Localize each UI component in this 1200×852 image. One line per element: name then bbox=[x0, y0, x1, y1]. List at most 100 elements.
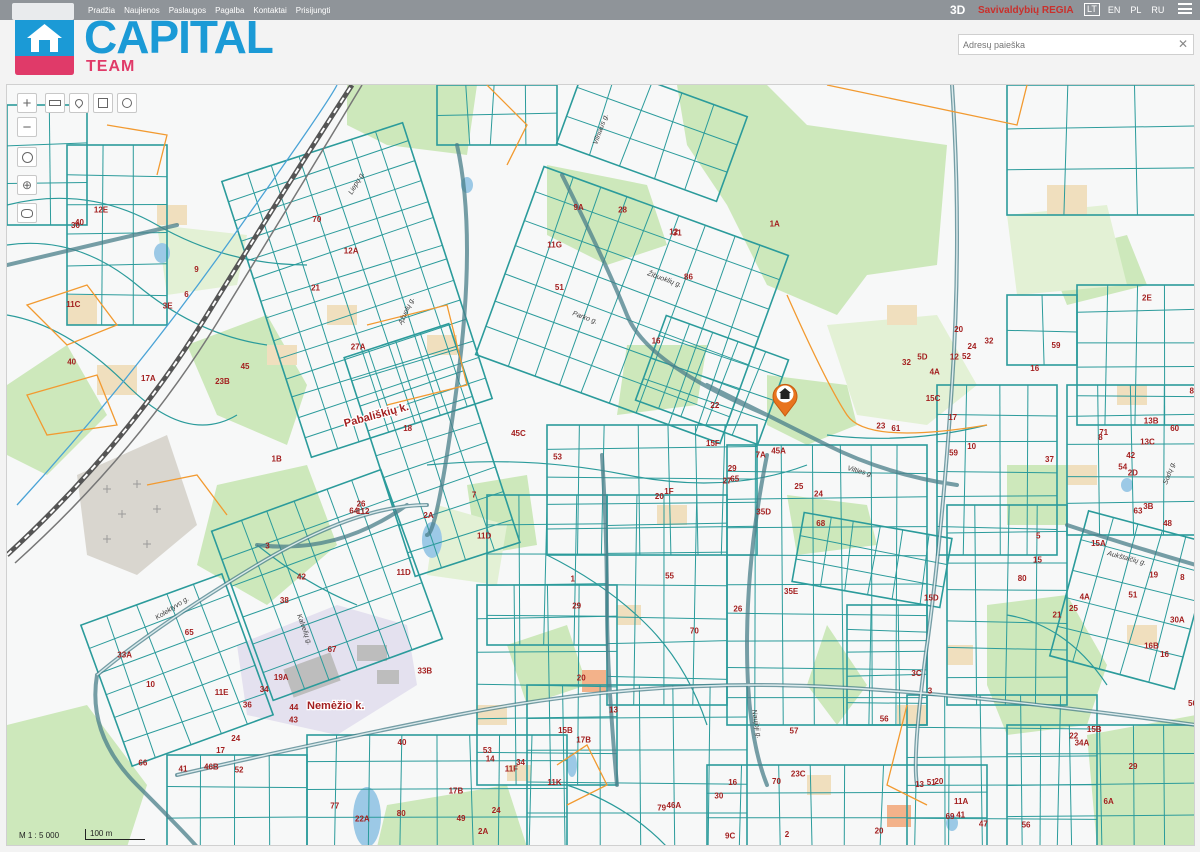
parcel-number-label[interactable]: 11D bbox=[477, 532, 491, 541]
parcel-number-label[interactable]: 3 bbox=[928, 687, 933, 696]
parcel-number-label[interactable]: 57 bbox=[790, 727, 799, 736]
parcel-number-label[interactable]: 34 bbox=[516, 758, 525, 767]
parcel-number-label[interactable]: 1B bbox=[272, 455, 282, 464]
parcel-number-label[interactable]: 56 bbox=[1188, 699, 1195, 708]
parcel-number-label[interactable]: 15D bbox=[924, 594, 939, 603]
parcel-number-label[interactable]: 11A bbox=[954, 797, 968, 806]
parcel-number-label[interactable]: 49 bbox=[457, 814, 466, 823]
parcel-number-label[interactable]: 65 bbox=[730, 475, 739, 484]
parcel-number-label[interactable]: 33A bbox=[117, 651, 132, 660]
parcel-number-label[interactable]: 86 bbox=[684, 272, 693, 281]
history-button[interactable] bbox=[17, 147, 37, 167]
parcel-number-label[interactable]: 51 bbox=[555, 283, 564, 292]
parcel-number-label[interactable]: 1A bbox=[770, 220, 780, 229]
parcel-number-label[interactable]: 29 bbox=[1129, 762, 1138, 771]
parcel-number-label[interactable]: 16 bbox=[1030, 364, 1039, 373]
parcel-number-label[interactable]: 40 bbox=[398, 738, 407, 747]
parcel-number-label[interactable]: 2 bbox=[785, 830, 790, 839]
parcel-number-label[interactable]: 11K bbox=[547, 778, 561, 787]
parcel-number-label[interactable]: 9 bbox=[194, 265, 199, 274]
parcel-number-label[interactable]: 4A bbox=[930, 368, 940, 377]
parcel-number-label[interactable]: 5 bbox=[1036, 531, 1041, 540]
export-tool-button[interactable] bbox=[93, 93, 113, 113]
parcel-number-label[interactable]: 11C bbox=[66, 300, 80, 309]
parcel-number-label[interactable]: 77 bbox=[330, 801, 339, 810]
parcel-number-label[interactable]: 112 bbox=[357, 507, 370, 516]
parcel-number-label[interactable]: 29 bbox=[572, 601, 581, 610]
parcel-number-label[interactable]: 29 bbox=[728, 464, 737, 473]
parcel-number-label[interactable]: 2D bbox=[1128, 468, 1138, 477]
parcel-number-label[interactable]: 34 bbox=[260, 685, 269, 694]
parcel-number-label[interactable]: 12A bbox=[344, 247, 359, 256]
parcel-number-label[interactable]: 17 bbox=[216, 746, 225, 755]
map-base-layer[interactable]: 45708665688082425270802022161061B1A20241… bbox=[7, 85, 1195, 846]
parcel-number-label[interactable]: 22A bbox=[355, 815, 370, 824]
parcel-number-label[interactable]: 70 bbox=[312, 215, 321, 224]
parcel-number-label[interactable]: 20 bbox=[655, 492, 664, 501]
parcel-number-label[interactable]: 23 bbox=[876, 422, 885, 431]
parcel-number-label[interactable]: 63 bbox=[1134, 507, 1143, 516]
parcel-number-label[interactable]: 30 bbox=[714, 792, 723, 801]
parcel-number-label[interactable]: 7 bbox=[472, 491, 477, 500]
parcel-number-label[interactable]: 80 bbox=[397, 809, 406, 818]
parcel-number-label[interactable]: 38 bbox=[280, 596, 289, 605]
parcel-number-label[interactable]: 61 bbox=[891, 424, 900, 433]
parcel-number-label[interactable]: 51 bbox=[1128, 591, 1137, 600]
parcel-number-label[interactable]: 18 bbox=[403, 424, 412, 433]
parcel-number-label[interactable]: 16 bbox=[652, 337, 661, 346]
parcel-number-label[interactable]: 35D bbox=[756, 507, 771, 516]
parcel-number-label[interactable]: 10 bbox=[967, 442, 976, 451]
parcel-number-label[interactable]: 21 bbox=[311, 283, 320, 292]
parcel-number-label[interactable]: 60 bbox=[1170, 424, 1179, 433]
parcel-number-label[interactable]: 3B bbox=[1143, 502, 1153, 511]
parcel-number-label[interactable]: 2A bbox=[423, 511, 433, 520]
parcel-number-label[interactable]: 11G bbox=[547, 240, 562, 249]
parcel-number-label[interactable]: 56 bbox=[1022, 821, 1031, 830]
hamburger-menu-icon[interactable] bbox=[1178, 3, 1192, 16]
parcel-number-label[interactable]: 48 bbox=[1163, 519, 1172, 528]
parcel-number-label[interactable]: 71 bbox=[1099, 428, 1108, 437]
parcel-number-label[interactable]: 15 bbox=[1033, 556, 1042, 565]
area-select-button[interactable] bbox=[17, 203, 37, 223]
parcel-number-label[interactable]: 43 bbox=[289, 716, 298, 725]
parcel-number-label[interactable]: 67 bbox=[328, 645, 337, 654]
parcel-number-label[interactable]: 44 bbox=[289, 703, 298, 712]
language-lt[interactable]: LT bbox=[1084, 3, 1100, 16]
parcel-number-label[interactable]: 34A bbox=[1075, 738, 1090, 747]
parcel-number-label[interactable]: 15B bbox=[558, 726, 573, 735]
parcel-number-label[interactable]: 11E bbox=[215, 688, 229, 697]
parcel-number-label[interactable]: 36 bbox=[243, 701, 252, 710]
parcel-number-label[interactable]: 24 bbox=[492, 806, 501, 815]
parcel-number-label[interactable]: 24 bbox=[231, 734, 240, 743]
parcel-number-label[interactable]: 22 bbox=[710, 401, 719, 410]
parcel-number-label[interactable]: 20 bbox=[577, 674, 586, 683]
parcel-number-label[interactable]: 23B bbox=[215, 377, 230, 386]
cadastral-map[interactable]: 45708665688082425270802022161061B1A20241… bbox=[6, 84, 1195, 846]
parcel-number-label[interactable]: 52 bbox=[235, 765, 244, 774]
parcel-number-label[interactable]: 21 bbox=[1053, 610, 1062, 619]
measure-tool-button[interactable] bbox=[45, 93, 65, 113]
parcel-number-label[interactable]: 28 bbox=[618, 206, 627, 215]
parcel-number-label[interactable]: 3 bbox=[265, 542, 270, 551]
parcel-number-label[interactable]: 1 bbox=[571, 574, 576, 583]
zoom-out-button[interactable]: − bbox=[17, 117, 37, 137]
parcel-number-label[interactable]: 13C bbox=[1140, 438, 1155, 447]
parcel-number-label[interactable]: 70 bbox=[690, 627, 699, 636]
parcel-number-label[interactable]: 2A bbox=[478, 827, 488, 836]
parcel-number-label[interactable]: 70 bbox=[772, 777, 781, 786]
parcel-number-label[interactable]: 6 bbox=[184, 290, 189, 299]
parcel-number-label[interactable]: 9C bbox=[725, 831, 735, 840]
parcel-number-label[interactable]: 79 bbox=[657, 803, 666, 812]
parcel-number-label[interactable]: 13 bbox=[915, 780, 924, 789]
parcel-number-label[interactable]: 20 bbox=[934, 777, 943, 786]
parcel-number-label[interactable]: 30A bbox=[1170, 615, 1185, 624]
parcel-number-label[interactable]: 45 bbox=[241, 362, 250, 371]
pin-tool-button[interactable] bbox=[69, 93, 89, 113]
parcel-number-label[interactable]: 27 bbox=[723, 476, 732, 485]
parcel-number-label[interactable]: 17B bbox=[576, 735, 591, 744]
parcel-number-label[interactable]: 53 bbox=[553, 453, 562, 462]
parcel-number-label[interactable]: 37 bbox=[1045, 455, 1054, 464]
parcel-number-label[interactable]: 45C bbox=[511, 429, 526, 438]
parcel-number-label[interactable]: 24 bbox=[814, 489, 823, 498]
parcel-number-label[interactable]: 16 bbox=[728, 778, 737, 787]
